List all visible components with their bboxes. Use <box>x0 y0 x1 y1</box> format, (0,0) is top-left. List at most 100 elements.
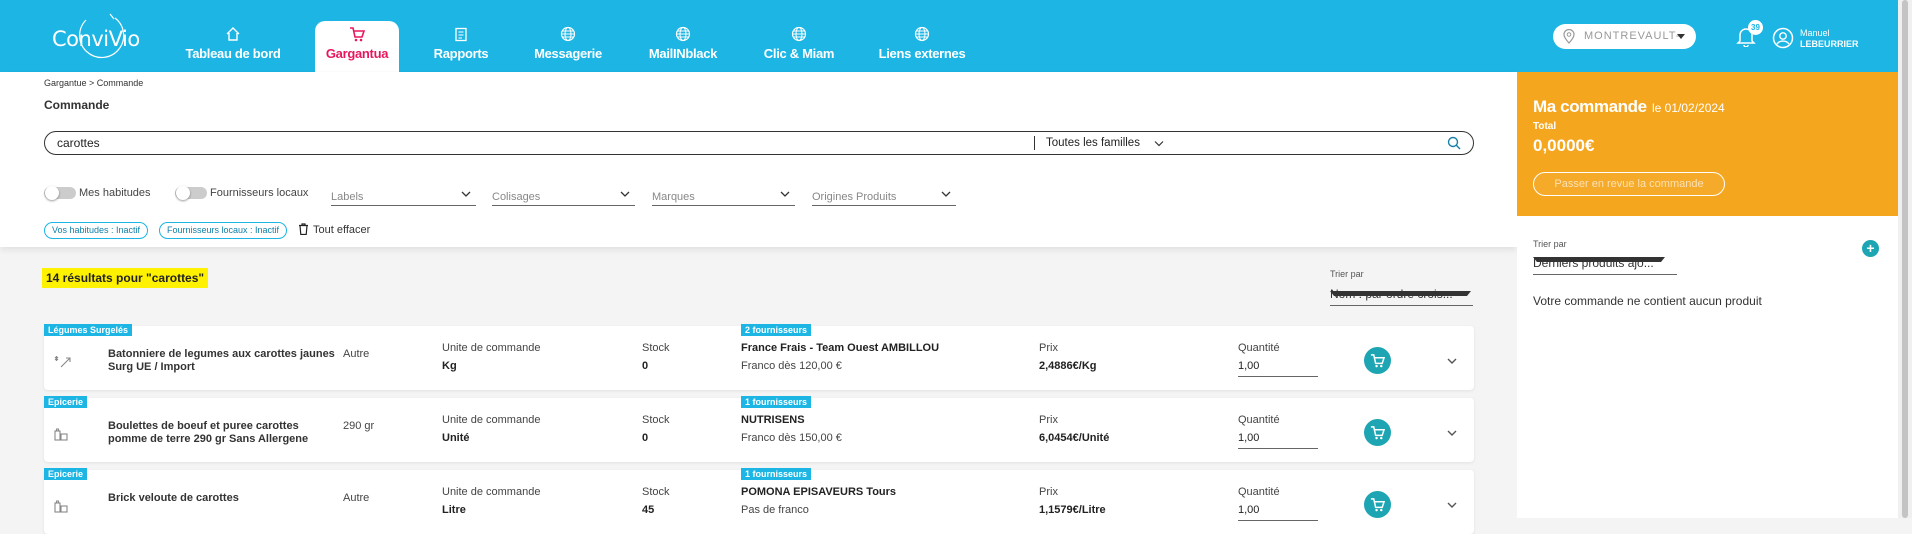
quantity-label: Quantité <box>1238 486 1280 498</box>
price-label: Prix <box>1039 342 1058 354</box>
search-icon[interactable] <box>1447 136 1461 150</box>
order-unit-label: Unite de commande <box>442 414 541 426</box>
add-to-cart-button[interactable] <box>1364 347 1391 374</box>
search-bar[interactable]: carottes Toutes les familles <box>44 131 1474 155</box>
globe-icon <box>560 26 576 42</box>
product-name[interactable]: Brick veloute de carottes <box>108 492 338 505</box>
mes-habitudes-label: Mes habitudes <box>79 187 151 199</box>
quantity-input[interactable]: 1,00 <box>1238 360 1318 377</box>
order-sort-select[interactable]: Derniers produits ajo... <box>1533 253 1677 275</box>
product-packaging: Autre <box>343 348 370 360</box>
origines-produits-dropdown[interactable]: Origines Produits <box>812 184 956 206</box>
user-name[interactable]: Manuel LEBEURRIER <box>1800 28 1859 50</box>
order-unit-value: Unité <box>442 432 470 444</box>
frozen-vegetables-icon <box>54 356 71 368</box>
chevron-down-icon <box>461 191 471 197</box>
stock-value: 45 <box>642 504 655 516</box>
category-badge: Epicerie <box>44 468 88 480</box>
chevron-down-icon[interactable] <box>1446 500 1458 510</box>
review-order-button[interactable]: Passer en revue la commande <box>1533 172 1725 196</box>
tab-clic-miam[interactable]: Clic & Miam <box>757 21 841 72</box>
order-sort-label: Trier par <box>1533 239 1567 249</box>
supplier-name[interactable]: France Frais - Team Ouest AMBILLOU <box>741 342 939 354</box>
scrollbar-thumb[interactable] <box>1902 0 1908 518</box>
order-title: Ma commande <box>1533 97 1647 116</box>
price-value: 1,1579€/Litre <box>1039 504 1106 516</box>
tab-tableau-de-bord[interactable]: Tableau de bord <box>178 21 288 72</box>
tab-liens-externes[interactable]: Liens externes <box>873 21 971 72</box>
supplier-name[interactable]: NUTRISENS <box>741 414 805 426</box>
product-name[interactable]: Batonniere de legumes aux carottes jaune… <box>108 348 338 374</box>
order-unit-value: Kg <box>442 360 457 372</box>
chevron-down-icon[interactable] <box>1153 137 1165 149</box>
suppliers-count-badge[interactable]: 2 fournisseurs <box>741 324 812 336</box>
clear-all-button[interactable]: Tout effacer <box>298 223 370 236</box>
caret-down-icon <box>1677 34 1685 43</box>
stock-value: 0 <box>642 360 649 372</box>
product-packaging: 290 gr <box>343 420 375 432</box>
product-row: Epicerie Brick veloute de carottes Autre… <box>44 468 1474 534</box>
order-unit-label: Unite de commande <box>442 342 541 354</box>
cart-icon <box>1370 426 1385 440</box>
tab-rapports[interactable]: Rapports <box>425 21 497 72</box>
suppliers-count-badge[interactable]: 1 fournisseurs <box>741 396 812 408</box>
chevron-down-icon[interactable] <box>1446 428 1458 438</box>
product-row: Légumes Surgelés Batonniere de legumes a… <box>44 324 1474 390</box>
quantity-label: Quantité <box>1238 342 1280 354</box>
quantity-input[interactable]: 1,00 <box>1238 504 1318 521</box>
tab-gargantua[interactable]: Gargantua <box>315 21 399 72</box>
breadcrumb[interactable]: Gargantue > Commande <box>44 78 143 88</box>
supplier-name[interactable]: POMONA EPISAVEURS Tours <box>741 486 896 498</box>
price-label: Prix <box>1039 414 1058 426</box>
user-avatar-icon[interactable] <box>1772 27 1794 49</box>
tab-messagerie[interactable]: Messagerie <box>528 21 608 72</box>
suppliers-count-badge[interactable]: 1 fournisseurs <box>741 468 812 480</box>
order-total-value: 0,0000€ <box>1533 136 1595 155</box>
location-selector[interactable]: MONTREVAULT- <box>1553 24 1696 49</box>
grocery-icon <box>54 500 68 513</box>
family-select[interactable]: Toutes les familles <box>1046 137 1140 149</box>
stock-value: 0 <box>642 432 649 444</box>
filter-chip-fournisseurs-locaux[interactable]: Fournisseurs locaux : Inactif <box>159 222 288 239</box>
order-empty-message: Votre commande ne contient aucun produit <box>1533 294 1762 308</box>
add-to-cart-button[interactable] <box>1364 419 1391 446</box>
cart-icon <box>1370 354 1385 368</box>
convivio-logo[interactable]: ConviVio <box>52 12 142 62</box>
tab-mailinblack[interactable]: MailINblack <box>638 21 728 72</box>
product-name[interactable]: Boulettes de boeuf et puree carottes pom… <box>108 420 338 446</box>
product-row: Epicerie Boulettes de boeuf et puree car… <box>44 396 1474 462</box>
grocery-icon <box>54 428 68 441</box>
clipboard-icon <box>455 27 467 42</box>
caret-down-icon <box>1533 257 1665 266</box>
fournisseurs-locaux-toggle[interactable] <box>175 186 207 200</box>
chevron-down-icon <box>941 191 951 197</box>
order-summary-header: Ma commande le 01/02/2024 Total 0,0000€ … <box>1517 72 1898 216</box>
stock-label: Stock <box>642 414 670 426</box>
page-scrollbar[interactable] <box>1898 0 1912 518</box>
marques-dropdown[interactable]: Marques <box>652 184 795 206</box>
search-input[interactable]: carottes <box>57 136 100 150</box>
add-to-cart-button[interactable] <box>1364 491 1391 518</box>
location-pin-icon <box>1563 29 1575 44</box>
order-date: le 01/02/2024 <box>1652 101 1725 115</box>
filter-chip-habitudes[interactable]: Vos habitudes : Inactif <box>44 222 149 239</box>
caret-down-icon <box>1330 291 1471 300</box>
price-label: Prix <box>1039 486 1058 498</box>
chevron-down-icon <box>780 191 790 197</box>
sort-select[interactable]: Nom : par ordre crois... <box>1330 284 1473 306</box>
product-packaging: Autre <box>343 492 370 504</box>
mes-habitudes-toggle[interactable] <box>44 186 76 200</box>
chevron-down-icon <box>620 191 630 197</box>
page-title: Commande <box>44 98 110 112</box>
franco-info: Franco dès 120,00 € <box>741 360 842 372</box>
price-value: 2,4886€/Kg <box>1039 360 1097 372</box>
chevron-down-icon[interactable] <box>1446 356 1458 366</box>
sort-label: Trier par <box>1330 269 1364 279</box>
add-product-button[interactable]: + <box>1862 240 1879 257</box>
labels-dropdown[interactable]: Labels <box>331 184 476 206</box>
quantity-input[interactable]: 1,00 <box>1238 432 1318 449</box>
colisages-dropdown[interactable]: Colisages <box>492 184 635 206</box>
cart-icon <box>1370 498 1385 512</box>
search-divider <box>1034 136 1035 150</box>
location-value: MONTREVAULT- <box>1584 30 1681 42</box>
